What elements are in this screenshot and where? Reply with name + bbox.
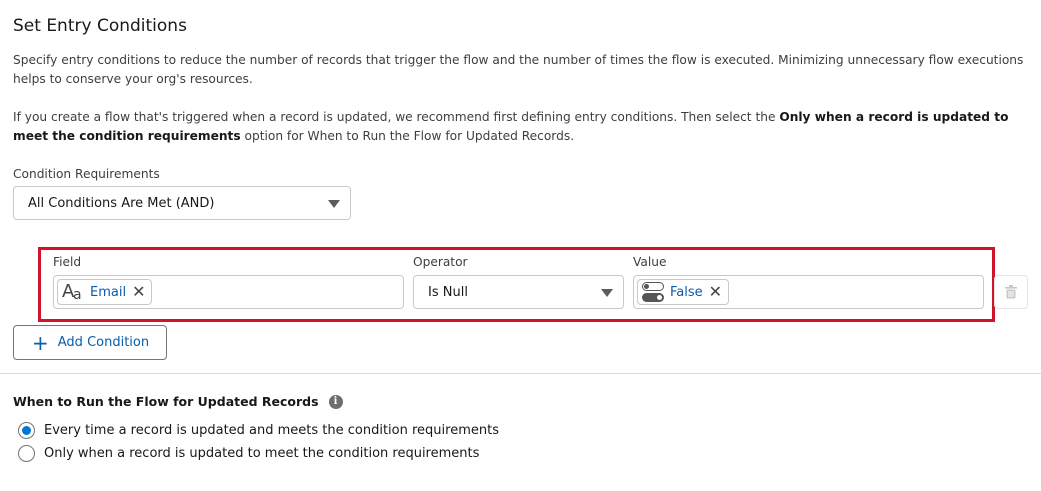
radio-option-label: Every time a record is updated and meets… (44, 423, 499, 438)
plus-icon: + (32, 330, 49, 355)
condition-requirements-value: All Conditions Are Met (AND) (28, 195, 215, 211)
add-condition-label: Add Condition (57, 335, 150, 350)
page-title: Set Entry Conditions (13, 16, 187, 36)
delete-condition-button[interactable] (994, 275, 1028, 309)
radio-option-every-time[interactable]: Every time a record is updated and meets… (18, 422, 499, 439)
trash-icon (1005, 285, 1017, 299)
boolean-toggle-icon (642, 282, 664, 302)
radio-button[interactable] (18, 445, 35, 462)
value-pill[interactable]: False ✕ (637, 279, 730, 305)
operator-select[interactable]: Is Null (413, 275, 624, 309)
radio-option-label: Only when a record is updated to meet th… (44, 446, 480, 461)
field-input[interactable]: Aa Email ✕ (53, 275, 404, 309)
chevron-down-icon (328, 200, 340, 208)
info-icon[interactable]: i (328, 394, 343, 409)
close-icon[interactable]: ✕ (132, 284, 145, 300)
radio-option-only-when[interactable]: Only when a record is updated to meet th… (18, 445, 479, 462)
value-pill-label: False (670, 284, 703, 300)
field-pill-label: Email (90, 284, 127, 300)
field-label: Field (53, 255, 82, 269)
operator-label: Operator (413, 255, 468, 269)
description-text: option for When to Run the Flow for Upda… (240, 129, 575, 143)
run-section-title-text: When to Run the Flow for Updated Records (13, 394, 319, 409)
operator-value: Is Null (428, 284, 468, 300)
close-icon[interactable]: ✕ (709, 284, 722, 300)
radio-button-checked[interactable] (18, 422, 35, 439)
description-text: If you create a flow that's triggered wh… (13, 110, 780, 124)
condition-requirements-label: Condition Requirements (13, 167, 160, 181)
field-pill[interactable]: Aa Email ✕ (57, 279, 153, 305)
description-paragraph-1: Specify entry conditions to reduce the n… (13, 53, 1024, 86)
value-input[interactable]: False ✕ (633, 275, 984, 309)
condition-requirements-select[interactable]: All Conditions Are Met (AND) (13, 186, 351, 220)
chevron-down-icon (601, 289, 613, 297)
add-condition-button[interactable]: + Add Condition (13, 325, 167, 360)
value-label: Value (633, 255, 667, 269)
section-divider (0, 373, 1041, 374)
run-section-title: When to Run the Flow for Updated Records… (13, 394, 343, 409)
text-field-icon: Aa (62, 281, 82, 303)
description-paragraph-2: If you create a flow that's triggered wh… (13, 108, 1028, 146)
